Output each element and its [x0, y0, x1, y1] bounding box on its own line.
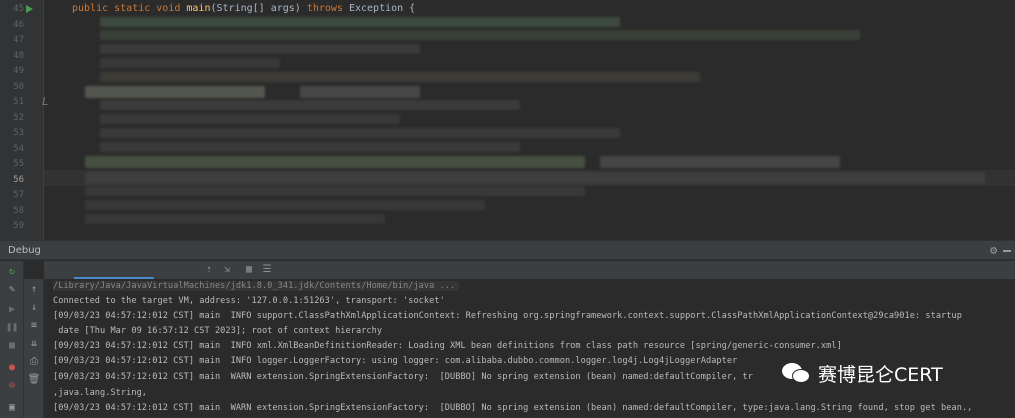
pause-icon[interactable]: ❚❚	[5, 321, 19, 335]
console-line: [09/03/23 04:57:12:012 CST] main INFO xm…	[53, 341, 842, 351]
line-number-gutter[interactable]: 45 46 47 48 49 50 51 52 53 54 55 56 57 58 59	[0, 0, 44, 240]
watermark-text: 赛博昆仑CERT	[818, 363, 943, 386]
wrench-icon[interactable]: ✎	[5, 283, 19, 297]
redacted-code	[300, 86, 420, 98]
line-number: 53	[13, 128, 24, 138]
minimize-icon[interactable]	[1003, 243, 1011, 255]
arrow-down-icon[interactable]: ↓	[27, 301, 41, 315]
redacted-code	[100, 58, 280, 68]
rerun-icon[interactable]: ↻	[5, 265, 19, 279]
redacted-code	[85, 86, 265, 98]
code-exception: Exception {	[348, 3, 416, 14]
console-line: [09/03/23 04:57:12:012 CST] main INFO lo…	[53, 356, 738, 366]
redacted-code	[100, 30, 860, 40]
console-line: /Library/Java/JavaVirtualMachines/jdk1.8…	[53, 281, 460, 291]
arrow-up-icon[interactable]: ↑	[27, 283, 41, 297]
console-left-toolbar: ↑ ↓ ≡ ⇊ ⎙ 🗑	[24, 279, 44, 418]
breakpoints-icon[interactable]: ●	[5, 361, 19, 375]
mute-breakpoints-icon[interactable]: ⊘	[5, 379, 19, 393]
debug-tool-window-header: Debug ⚙	[0, 240, 1015, 260]
stop-icon[interactable]: ■	[5, 339, 19, 353]
line-number: 47	[13, 35, 24, 45]
console-line: Connected to the target VM, address: '12…	[53, 296, 445, 306]
console-line: [09/03/23 04:57:12:012 CST] main WARN ex…	[53, 403, 973, 413]
step-out-icon[interactable]: ⇡	[202, 263, 216, 277]
run-to-cursor-icon[interactable]: ⇲	[220, 263, 234, 277]
line-number: 56	[13, 174, 24, 185]
line-number: 48	[13, 50, 24, 61]
wechat-logo	[782, 361, 812, 385]
run-gutter-icon[interactable]	[26, 5, 33, 13]
redacted-code	[85, 156, 585, 168]
code-args: (String[] args)	[210, 3, 307, 14]
redacted-code	[100, 17, 620, 27]
gear-icon[interactable]: ⚙	[990, 243, 997, 257]
redacted-code	[100, 100, 520, 110]
soft-wrap-icon[interactable]: ≡	[27, 319, 41, 333]
code-keyword: public static void	[72, 3, 187, 14]
redacted-code	[85, 186, 585, 196]
debug-title: Debug	[8, 245, 41, 256]
redacted-code	[100, 72, 700, 82]
code-throws-keyword: throws	[306, 3, 349, 14]
debug-left-toolbar: ↻ ✎ ▶ ❚❚ ■ ● ⊘ ▣	[0, 261, 24, 418]
line-number: 50	[13, 81, 24, 92]
line-number: 54	[13, 143, 24, 154]
print-icon[interactable]: ⎙	[27, 355, 41, 369]
evaluate-icon[interactable]: ▦	[242, 263, 256, 277]
redacted-code	[100, 128, 620, 138]
redacted-code	[85, 172, 985, 184]
console-line: [09/03/23 04:57:12:012 CST] main WARN ex…	[53, 372, 753, 382]
redacted-code	[100, 142, 520, 152]
redacted-code	[600, 156, 840, 168]
line-number: 49	[13, 66, 24, 76]
code-editor[interactable]: 45 46 47 48 49 50 51 52 53 54 55 56 57 58 59 public st…	[0, 0, 1015, 240]
debug-tab-bar: ⇡ ⇲ ▦ ☰	[44, 261, 1015, 279]
line-number: 46	[13, 19, 24, 30]
line-number: 57	[13, 190, 24, 200]
line-number: 51	[13, 97, 24, 107]
console-line: ,java.lang.String,	[53, 388, 148, 398]
console-output[interactable]: /Library/Java/JavaVirtualMachines/jdk1.8…	[44, 279, 1015, 418]
redacted-code	[85, 214, 385, 224]
watermark: 赛博昆仑CERT	[782, 358, 943, 388]
console-line: date [Thu Mar 09 16:57:12 CST 2023]; roo…	[53, 326, 383, 336]
line-number: 58	[13, 205, 24, 216]
console-line: [09/03/23 04:57:12:012 CST] main INFO su…	[53, 311, 962, 321]
line-number: 52	[13, 112, 24, 123]
code-line-main[interactable]: public static void main(String[] args) t…	[72, 3, 415, 14]
line-number: 45	[13, 4, 24, 14]
redacted-code	[85, 200, 485, 210]
trash-icon[interactable]: 🗑	[27, 373, 41, 387]
redacted-code	[100, 44, 420, 54]
line-number: 55	[13, 159, 24, 169]
code-method-name: main	[186, 3, 211, 14]
camera-icon[interactable]: ▣	[5, 401, 19, 415]
redacted-code	[100, 114, 400, 124]
frames-icon[interactable]: ☰	[260, 263, 274, 277]
scroll-to-end-icon[interactable]: ⇊	[27, 337, 41, 351]
line-number: 59	[13, 221, 24, 231]
resume-icon[interactable]: ▶	[5, 303, 19, 317]
gutter-marker: L	[42, 95, 49, 108]
